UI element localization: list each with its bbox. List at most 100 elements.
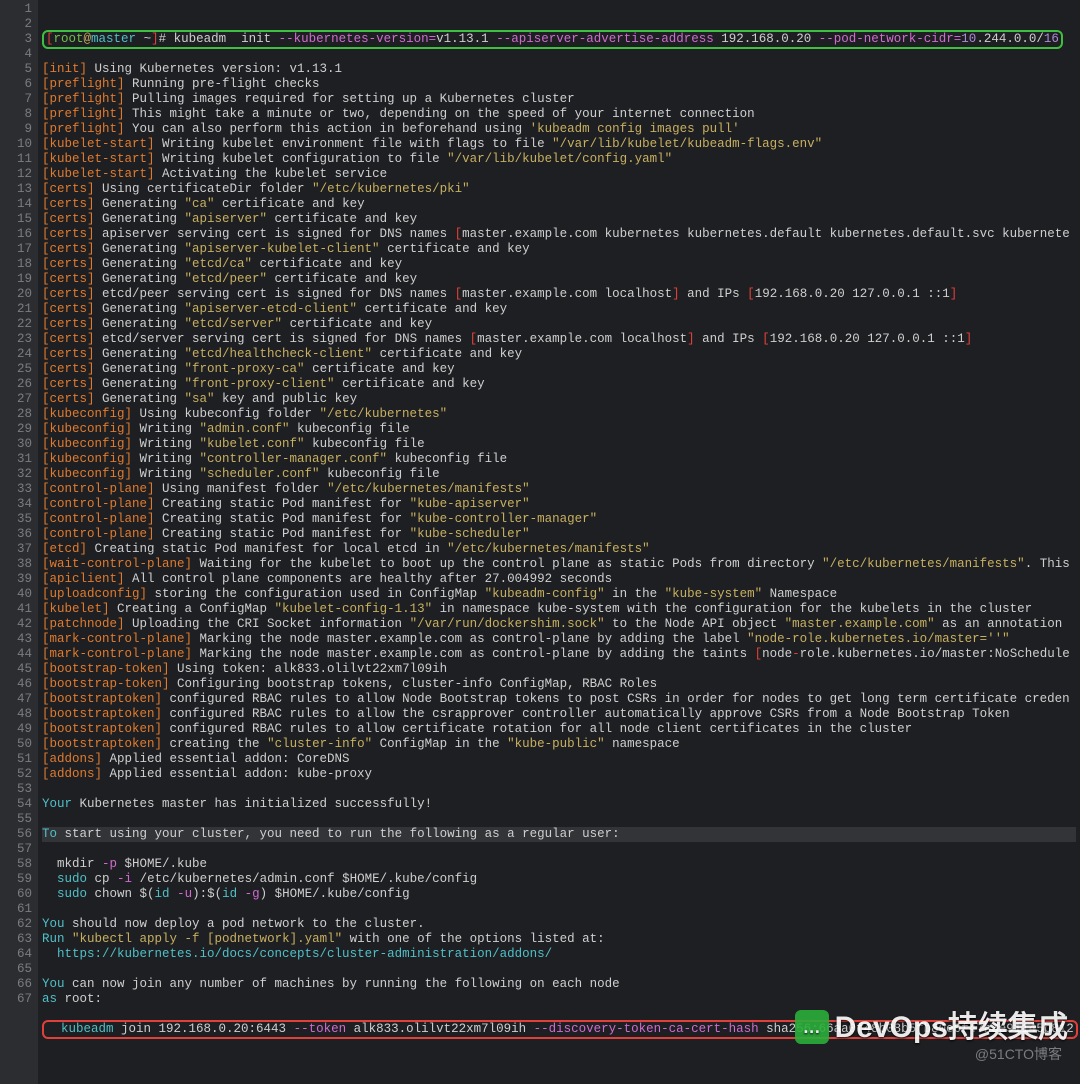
- code-line: [mark-control-plane] Marking the node ma…: [42, 632, 1076, 647]
- line-number: 16: [4, 227, 32, 242]
- line-number: 30: [4, 437, 32, 452]
- line-number: 41: [4, 602, 32, 617]
- line-number: 6: [4, 77, 32, 92]
- code-line: [root@master ~]# kubeadm init --kubernet…: [42, 32, 1076, 47]
- line-number: 50: [4, 737, 32, 752]
- code-line: [certs] Generating "etcd/ca" certificate…: [42, 257, 1076, 272]
- code-line: sudo cp -i /etc/kubernetes/admin.conf $H…: [42, 872, 1076, 887]
- line-number: 29: [4, 422, 32, 437]
- code-line: [certs] Generating "apiserver-kubelet-cl…: [42, 242, 1076, 257]
- line-number: 3: [4, 32, 32, 47]
- line-number: 67: [4, 992, 32, 1007]
- code-line: [certs] Generating "etcd/peer" certifica…: [42, 272, 1076, 287]
- code-line: [preflight] Running pre-flight checks: [42, 77, 1076, 92]
- line-number: 1: [4, 2, 32, 17]
- line-number: 48: [4, 707, 32, 722]
- line-number: 40: [4, 587, 32, 602]
- code-line: [42, 962, 1076, 977]
- code-line: [patchnode] Uploading the CRI Socket inf…: [42, 617, 1076, 632]
- line-number: 43: [4, 632, 32, 647]
- code-line: [kubeconfig] Writing "scheduler.conf" ku…: [42, 467, 1076, 482]
- code-area[interactable]: [root@master ~]# kubeadm init --kubernet…: [38, 0, 1080, 1084]
- code-line: sudo chown $(id -u):$(id -g) $HOME/.kube…: [42, 887, 1076, 902]
- code-line: [bootstraptoken] configured RBAC rules t…: [42, 692, 1076, 707]
- line-number: 36: [4, 527, 32, 542]
- line-number: 23: [4, 332, 32, 347]
- line-number: 12: [4, 167, 32, 182]
- code-line: [control-plane] Using manifest folder "/…: [42, 482, 1076, 497]
- line-number: 66: [4, 977, 32, 992]
- line-number: 5: [4, 62, 32, 77]
- line-number: 21: [4, 302, 32, 317]
- line-number: 63: [4, 932, 32, 947]
- code-line: [bootstrap-token] Configuring bootstrap …: [42, 677, 1076, 692]
- code-line: [certs] Generating "apiserver-etcd-clien…: [42, 302, 1076, 317]
- code-line: [certs] Generating "ca" certificate and …: [42, 197, 1076, 212]
- line-number: 17: [4, 242, 32, 257]
- line-number: 26: [4, 377, 32, 392]
- line-number: 31: [4, 452, 32, 467]
- code-line: [certs] etcd/server serving cert is sign…: [42, 332, 1076, 347]
- line-number: 64: [4, 947, 32, 962]
- line-number: 58: [4, 857, 32, 872]
- code-line: [preflight] You can also perform this ac…: [42, 122, 1076, 137]
- code-line: as root:: [42, 992, 1076, 1007]
- line-number: 52: [4, 767, 32, 782]
- code-line: [certs] Generating "etcd/server" certifi…: [42, 317, 1076, 332]
- line-number: 47: [4, 692, 32, 707]
- code-line: [bootstrap-token] Using token: alk833.ol…: [42, 662, 1076, 677]
- editor-root: 1234567891011121314151617181920212223242…: [0, 0, 1080, 1084]
- code-line: [bootstraptoken] configured RBAC rules t…: [42, 722, 1076, 737]
- code-line: [42, 47, 1076, 62]
- code-line: [bootstraptoken] configured RBAC rules t…: [42, 707, 1076, 722]
- code-line: [certs] Generating "sa" key and public k…: [42, 392, 1076, 407]
- code-line: You should now deploy a pod network to t…: [42, 917, 1076, 932]
- code-line: [certs] etcd/peer serving cert is signed…: [42, 287, 1076, 302]
- code-line: [kubelet-start] Writing kubelet environm…: [42, 137, 1076, 152]
- code-line: [mark-control-plane] Marking the node ma…: [42, 647, 1076, 662]
- code-line: [init] Using Kubernetes version: v1.13.1: [42, 62, 1076, 77]
- line-number: 10: [4, 137, 32, 152]
- code-line: You can now join any number of machines …: [42, 977, 1076, 992]
- code-line: [kubelet] Creating a ConfigMap "kubelet-…: [42, 602, 1076, 617]
- code-line: [certs] apiserver serving cert is signed…: [42, 227, 1076, 242]
- code-line: Run "kubectl apply -f [podnetwork].yaml"…: [42, 932, 1076, 947]
- line-number: 53: [4, 782, 32, 797]
- line-number: 56: [4, 827, 32, 842]
- code-line: [wait-control-plane] Waiting for the kub…: [42, 557, 1076, 572]
- line-number: 34: [4, 497, 32, 512]
- code-line: mkdir -p $HOME/.kube: [42, 857, 1076, 872]
- line-number: 33: [4, 482, 32, 497]
- code-line: [kubeconfig] Writing "controller-manager…: [42, 452, 1076, 467]
- code-line: [kubelet-start] Writing kubelet configur…: [42, 152, 1076, 167]
- line-number: 2: [4, 17, 32, 32]
- line-number-gutter[interactable]: 1234567891011121314151617181920212223242…: [0, 0, 38, 1084]
- code-line: [certs] Using certificateDir folder "/et…: [42, 182, 1076, 197]
- watermark-sub: @51CTO博客: [975, 1047, 1062, 1062]
- line-number: 11: [4, 152, 32, 167]
- code-line: [kubeconfig] Writing "admin.conf" kubeco…: [42, 422, 1076, 437]
- code-line: [kubelet-start] Activating the kubelet s…: [42, 167, 1076, 182]
- code-line: [certs] Generating "front-proxy-ca" cert…: [42, 362, 1076, 377]
- line-number: 22: [4, 317, 32, 332]
- line-number: 42: [4, 617, 32, 632]
- line-number: 25: [4, 362, 32, 377]
- line-number: 49: [4, 722, 32, 737]
- line-number: 61: [4, 902, 32, 917]
- line-number: 59: [4, 872, 32, 887]
- code-line: To start using your cluster, you need to…: [42, 827, 1076, 842]
- line-number: 9: [4, 122, 32, 137]
- code-line: [certs] Generating "front-proxy-client" …: [42, 377, 1076, 392]
- line-number: 65: [4, 962, 32, 977]
- code-line: [certs] Generating "etcd/healthcheck-cli…: [42, 347, 1076, 362]
- line-number: 28: [4, 407, 32, 422]
- line-number: 27: [4, 392, 32, 407]
- line-number: 45: [4, 662, 32, 677]
- line-number: 54: [4, 797, 32, 812]
- code-line: https://kubernetes.io/docs/concepts/clus…: [42, 947, 1076, 962]
- code-line: [control-plane] Creating static Pod mani…: [42, 527, 1076, 542]
- code-line: [42, 782, 1076, 797]
- code-line: [control-plane] Creating static Pod mani…: [42, 497, 1076, 512]
- code-line: [42, 842, 1076, 857]
- line-number: 62: [4, 917, 32, 932]
